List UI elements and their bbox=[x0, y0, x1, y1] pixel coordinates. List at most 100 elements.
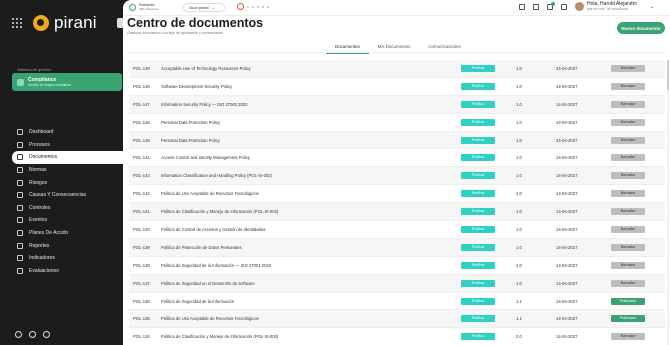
document-status: Borrador bbox=[611, 190, 645, 198]
table-row[interactable]: POL-139 Política de Protección de Datos P… bbox=[129, 238, 665, 257]
table-row[interactable]: POL-147 Information Security Policy — ISO… bbox=[129, 95, 665, 114]
document-date: 14-04-2027 bbox=[556, 316, 578, 322]
table-row[interactable]: POL-148 Software Development Security Pol… bbox=[129, 78, 665, 96]
table-row[interactable]: POL-141 Política de Clasificación y Manej… bbox=[129, 203, 665, 222]
document-date: 14-04-2027 bbox=[556, 244, 578, 250]
document-status: Borrador bbox=[611, 225, 645, 233]
sidebar-item-reportes[interactable]: Reportes bbox=[12, 239, 123, 252]
document-icon bbox=[17, 154, 23, 161]
scrollbar[interactable] bbox=[667, 60, 669, 345]
company-logo-icon bbox=[129, 3, 136, 11]
file-icon[interactable] bbox=[533, 4, 539, 10]
table-row[interactable]: POL-135 Política de Uso Aceptable de Recu… bbox=[129, 310, 665, 329]
progress-indicator[interactable] bbox=[237, 3, 269, 10]
sidebar-item-eventos[interactable]: Eventos bbox=[12, 214, 123, 227]
sidebar-item-normas[interactable]: Normas bbox=[12, 164, 123, 177]
page-subtitle: Gestiona documentos con flujo de aprobac… bbox=[127, 31, 224, 35]
guide-dropdown[interactable]: Guía pirani ⌄ bbox=[183, 3, 225, 12]
users-icon[interactable] bbox=[519, 4, 525, 10]
sidebar-item-label: Controles bbox=[29, 204, 51, 211]
sidebar-item-dashboard[interactable]: Dashboard bbox=[12, 126, 123, 139]
document-version: 1.1 bbox=[516, 298, 522, 304]
user-icon[interactable] bbox=[29, 331, 36, 338]
document-version: 1.0 bbox=[516, 226, 522, 232]
sidebar-item-documentos[interactable]: Documentos bbox=[12, 151, 123, 164]
sidebar-item-evaluaciones[interactable]: Evaluaciones bbox=[12, 265, 123, 278]
compliance-icon bbox=[17, 78, 24, 86]
sidebar-item-procesos[interactable]: Procesos bbox=[12, 139, 123, 152]
sidebar-item-label: Normas bbox=[29, 167, 47, 174]
table-row[interactable]: POL-149 Acceptable Use of Technology Reso… bbox=[129, 60, 665, 78]
plan-icon bbox=[17, 230, 23, 237]
document-status: Borrador bbox=[611, 261, 645, 269]
table-row[interactable]: POL-144 Access Control and Identity Manag… bbox=[129, 149, 665, 168]
document-version: 1.0 bbox=[516, 191, 522, 197]
document-id: POL-140 bbox=[133, 226, 150, 232]
sidebar-item-planes-de-acción[interactable]: Planes De Acción bbox=[12, 227, 123, 240]
company-selector[interactable]: Enterprise ABC Sistemas bbox=[129, 3, 158, 11]
document-id: POL-145 bbox=[133, 137, 150, 143]
document-id: POL-146 bbox=[133, 119, 150, 125]
document-name: Personal Data Protection Policy bbox=[161, 137, 220, 143]
logo[interactable]: pirani bbox=[12, 13, 97, 33]
document-version: 1.0 bbox=[516, 173, 522, 179]
table-row[interactable]: POL-137 Política de Seguridad en el Desar… bbox=[129, 274, 665, 293]
document-status: Publicado bbox=[611, 315, 645, 323]
document-version: 1.0 bbox=[516, 280, 522, 286]
pirani-logo-icon bbox=[33, 15, 49, 31]
document-status: Borrador bbox=[611, 100, 645, 108]
document-date: 14-04-2027 bbox=[556, 209, 578, 215]
document-version: 1.0 bbox=[516, 101, 522, 107]
document-status: Borrador bbox=[611, 243, 645, 251]
document-name: Política de Clasificación y Manejo de In… bbox=[161, 209, 279, 215]
document-name: Política de Seguridad de la Información … bbox=[161, 262, 272, 268]
system-selector[interactable]: Compliance Gestión de riesgos normativos bbox=[12, 73, 122, 91]
bell-icon[interactable] bbox=[547, 2, 555, 10]
document-type: Política bbox=[461, 154, 495, 162]
settings-icon[interactable] bbox=[561, 4, 567, 10]
layers-icon bbox=[17, 141, 23, 148]
sidebar-item-label: Eventos bbox=[29, 217, 48, 224]
document-name: Acceptable Use of Technology Resources P… bbox=[161, 65, 251, 71]
table-row[interactable]: POL-142 Política de Uso Aceptable de Recu… bbox=[129, 185, 665, 204]
card-icon[interactable] bbox=[43, 331, 50, 338]
sidebar-item-causas-y-consecuencias[interactable]: Causas Y Consecuencias bbox=[12, 189, 123, 202]
document-date: 14-04-2027 bbox=[556, 280, 578, 286]
document-date: 14-04-2027 bbox=[556, 155, 578, 161]
document-version: 1.0 bbox=[516, 155, 522, 161]
document-date: 14-04-2027 bbox=[556, 298, 578, 304]
document-status: Borrador bbox=[611, 154, 645, 162]
main-panel: Enterprise ABC Sistemas Guía pirani ⌄ Ho… bbox=[123, 0, 670, 345]
table-row[interactable]: POL-138 Política de Seguridad de la Infor… bbox=[129, 257, 665, 275]
table-row[interactable]: POL-145 Personal Data Protection Policy Po… bbox=[129, 131, 665, 150]
new-document-button[interactable]: Nuevo documento bbox=[617, 22, 665, 34]
system-subtitle: Gestión de riesgos normativos bbox=[28, 83, 72, 87]
document-status: Borrador bbox=[611, 64, 645, 72]
table-row[interactable]: POL-143 Information Classification and Ha… bbox=[129, 167, 665, 186]
table-row[interactable]: POL-146 Personal Data Protection Policy Po… bbox=[129, 114, 665, 132]
sidebar-item-riesgos[interactable]: Riesgos bbox=[12, 176, 123, 189]
guide-label: Guía pirani bbox=[189, 5, 209, 10]
sidebar-item-controles[interactable]: Controles bbox=[12, 202, 123, 215]
brand-name: pirani bbox=[54, 13, 97, 32]
document-date: 14-04-2027 bbox=[556, 119, 578, 125]
document-version: 1.0 bbox=[516, 209, 522, 215]
document-date: 14-04-2027 bbox=[556, 191, 578, 197]
help-icon[interactable] bbox=[15, 331, 22, 338]
user-role: AML/FT-CPA · ID: 0000001904 bbox=[587, 7, 629, 11]
table-row[interactable]: POL-136 Política de Seguridad de la Infor… bbox=[129, 293, 665, 311]
sidebar-item-label: Riesgos bbox=[29, 179, 48, 186]
document-type: Política bbox=[461, 172, 495, 180]
notification-badge bbox=[551, 2, 555, 6]
user-menu[interactable]: Hola, Harold Alejandro AML/FT-CPA · ID: … bbox=[575, 2, 654, 11]
document-date: 14-04-2027 bbox=[556, 262, 578, 268]
table-row[interactable]: POL-140 Política de Control de Accesos y … bbox=[129, 221, 665, 239]
document-id: POL-147 bbox=[133, 101, 150, 107]
target-icon bbox=[237, 3, 244, 10]
apps-grid-icon[interactable] bbox=[12, 18, 22, 28]
document-date: 14-04-2027 bbox=[556, 83, 578, 89]
sidebar-item-indicadores[interactable]: Indicadores bbox=[12, 252, 123, 265]
document-name: Software Development Security Policy bbox=[161, 83, 232, 89]
table-row[interactable]: POL-134 Política de Clasificación y Manej… bbox=[129, 328, 665, 345]
document-name: Política de Seguridad en el Desarrollo d… bbox=[161, 280, 255, 286]
